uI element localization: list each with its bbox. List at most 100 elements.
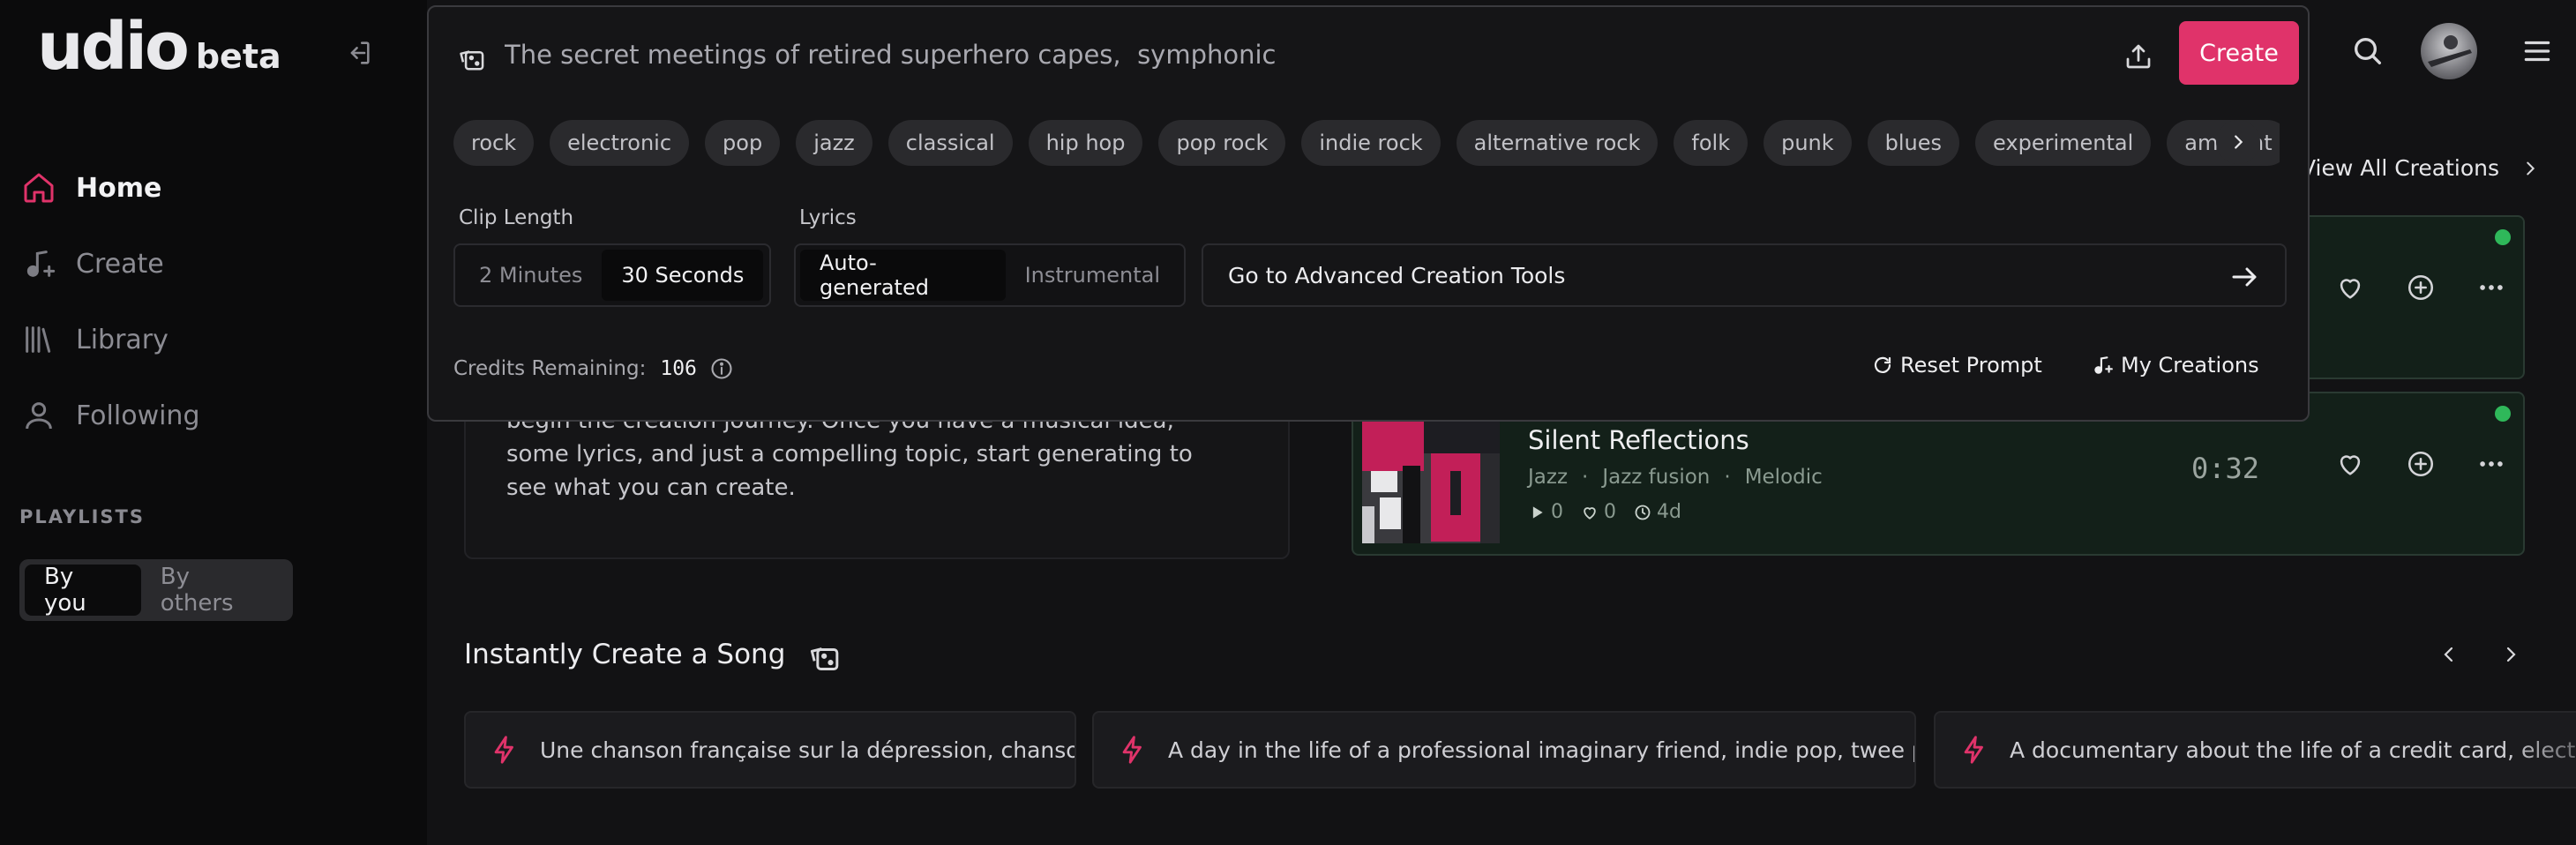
sidebar-item-library[interactable]: Library <box>19 302 200 378</box>
song-tag[interactable]: Jazz <box>1528 466 1568 489</box>
instant-prompt-card[interactable]: A day in the life of a professional imag… <box>1092 711 1916 789</box>
genre-tag[interactable]: alternative rock <box>1456 120 1659 166</box>
lightning-icon <box>489 732 520 767</box>
sidebar-item-following[interactable]: Following <box>19 378 200 453</box>
my-creations-label: My Creations <box>2121 353 2259 378</box>
song-title[interactable]: Silent Reflections <box>1528 425 1749 455</box>
play-count: 0 <box>1528 501 1563 523</box>
like-count-value: 0 <box>1604 501 1616 523</box>
sidebar-item-create[interactable]: Create <box>19 226 200 302</box>
genre-tag[interactable]: experimental <box>1975 120 2152 166</box>
genre-tag[interactable]: blues <box>1867 120 1960 166</box>
song-tag[interactable]: Jazz fusion <box>1602 466 1710 489</box>
dice-icon[interactable] <box>806 635 845 674</box>
instant-prev-button[interactable] <box>2431 637 2467 672</box>
sidebar: udio beta Home Create Library Following … <box>0 0 427 845</box>
clip-length-toggle: 2 Minutes 30 Seconds <box>453 243 771 307</box>
random-prompt-button[interactable] <box>453 37 492 76</box>
share-upload-icon <box>2126 44 2151 69</box>
clip-length-label: Clip Length <box>459 206 574 229</box>
genre-tag[interactable]: pop <box>705 120 781 166</box>
credits-remaining: Credits Remaining: 106 <box>453 356 734 381</box>
instant-prompt-text: A documentary about the life of a credit… <box>2010 737 2576 763</box>
clip-option-2-minutes[interactable]: 2 Minutes <box>460 250 602 301</box>
cover-art-image <box>1362 418 1500 543</box>
chevron-right-icon <box>2527 161 2535 175</box>
separator-dot: · <box>1724 466 1731 489</box>
song-tag[interactable]: Melodic <box>1745 466 1823 489</box>
more-horizontal-icon <box>2480 461 2503 467</box>
song-card-actions <box>2331 445 2511 483</box>
plus-circle-icon <box>2408 451 2434 477</box>
genre-tag[interactable]: folk <box>1674 120 1749 166</box>
sidebar-nav: Home Create Library Following <box>19 150 200 453</box>
playlists-heading: PLAYLISTS <box>19 506 145 527</box>
heart-icon <box>2340 279 2361 299</box>
credits-value: 106 <box>660 357 697 380</box>
lightning-icon <box>1117 732 1149 767</box>
advanced-creation-tools-button[interactable]: Go to Advanced Creation Tools <box>1202 243 2287 307</box>
search-icon <box>2355 38 2381 65</box>
my-creations-button[interactable]: My Creations <box>2091 353 2259 378</box>
lyrics-option-instrumental[interactable]: Instrumental <box>1006 250 1179 301</box>
dice-icon <box>460 50 484 71</box>
reset-prompt-button[interactable]: Reset Prompt <box>1872 353 2042 378</box>
avatar[interactable] <box>2421 23 2477 79</box>
genre-tag[interactable]: jazz <box>796 120 872 166</box>
lyrics-label: Lyrics <box>799 206 857 229</box>
song-cover-art[interactable] <box>1362 418 1500 543</box>
clip-option-30-seconds[interactable]: 30 Seconds <box>602 250 764 301</box>
song-age: 4d <box>1634 501 1681 523</box>
like-button[interactable] <box>2331 445 2370 483</box>
collapse-sidebar-icon <box>350 41 370 64</box>
sidebar-item-label: Home <box>76 172 162 204</box>
view-all-creations-link[interactable]: View All Creations <box>2301 155 2540 181</box>
add-to-playlist-button[interactable] <box>2401 445 2440 483</box>
song-tags: Jazz · Jazz fusion · Melodic <box>1528 466 1823 489</box>
genre-tag[interactable]: rock <box>453 120 535 166</box>
genre-tag[interactable]: classical <box>887 120 1013 166</box>
like-button[interactable] <box>2331 268 2370 307</box>
search-button[interactable] <box>2347 30 2389 72</box>
genre-tag[interactable]: hip hop <box>1028 120 1143 166</box>
share-button[interactable] <box>2119 37 2158 76</box>
chevron-left-icon <box>2444 647 2453 662</box>
genre-tag[interactable]: punk <box>1764 120 1852 166</box>
play-count-value: 0 <box>1551 501 1563 523</box>
heart-icon <box>2340 455 2361 475</box>
genre-tag[interactable]: electronic <box>550 120 690 166</box>
separator-dot: · <box>1582 466 1589 489</box>
logo[interactable]: udio beta <box>37 14 281 79</box>
genre-tag[interactable]: indie rock <box>1301 120 1441 166</box>
collapse-sidebar-button[interactable] <box>339 34 378 72</box>
heart-icon <box>1584 506 1596 520</box>
more-options-button[interactable] <box>2472 268 2511 307</box>
add-to-playlist-button[interactable] <box>2401 268 2440 307</box>
tags-scroll-next-button[interactable] <box>2216 120 2260 164</box>
logo-beta-tag: beta <box>195 37 281 76</box>
playlist-tab-by-others[interactable]: By others <box>141 564 288 617</box>
view-all-creations-label: View All Creations <box>2301 155 2500 181</box>
status-dot <box>2495 229 2511 245</box>
lyrics-option-auto-generated[interactable]: Auto-generated <box>800 250 1006 301</box>
sidebar-item-home[interactable]: Home <box>19 150 200 226</box>
song-age-value: 4d <box>1657 501 1681 523</box>
genre-tag[interactable]: pop rock <box>1158 120 1286 166</box>
song-card-actions <box>2331 268 2511 307</box>
prompt-input[interactable] <box>505 26 2093 83</box>
instant-next-button[interactable] <box>2493 637 2528 672</box>
hamburger-menu-icon <box>2524 41 2550 62</box>
create-button[interactable]: Create <box>2179 21 2299 85</box>
lyrics-toggle: Auto-generated Instrumental <box>794 243 1186 307</box>
playlist-tab-by-you[interactable]: By you <box>25 564 141 617</box>
song-stats: 0 0 4d <box>1528 501 1694 523</box>
menu-button[interactable] <box>2516 30 2558 72</box>
instant-prompt-card[interactable]: Une chanson française sur la dépression,… <box>464 711 1076 789</box>
credits-label: Credits Remaining: <box>453 357 647 380</box>
instant-prompt-card[interactable]: A documentary about the life of a credit… <box>1934 711 2576 789</box>
logo-wordmark: udio <box>37 9 190 85</box>
info-icon[interactable] <box>709 356 734 381</box>
more-options-button[interactable] <box>2472 445 2511 483</box>
chevron-right-icon <box>2235 135 2243 149</box>
clock-icon <box>1635 505 1651 520</box>
